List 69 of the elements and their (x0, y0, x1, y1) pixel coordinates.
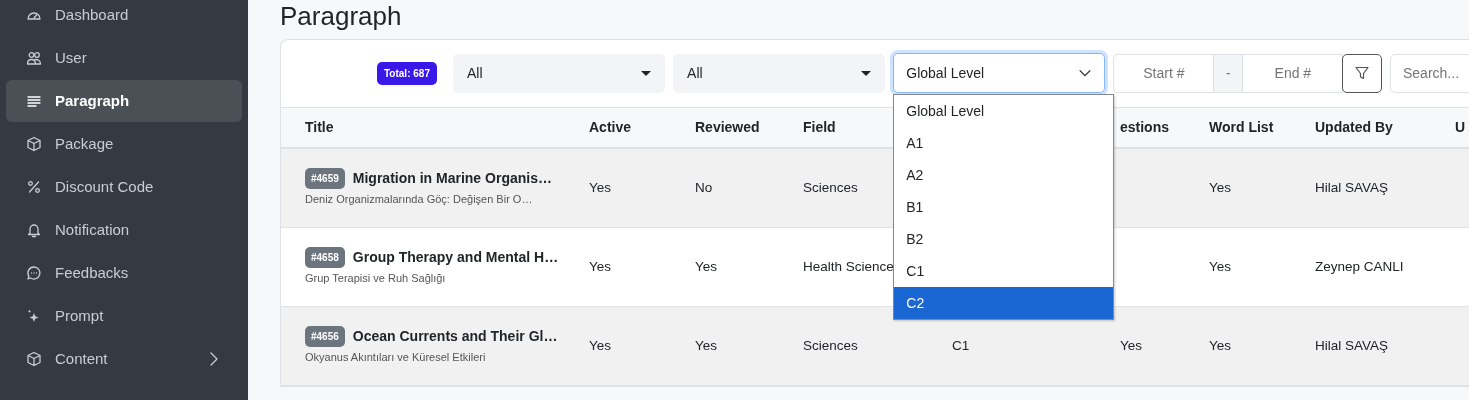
table-cell-text: No (695, 178, 713, 197)
lines-icon (26, 93, 42, 109)
table-cell-text: Hilal SAVAŞ (1315, 336, 1389, 355)
filter-button[interactable] (1342, 53, 1382, 93)
table-cell-text: Yes (589, 257, 612, 276)
id-badge: #4659 (305, 168, 345, 190)
sidebar-item[interactable]: User (6, 37, 242, 79)
dropdown-option[interactable]: C1 (894, 255, 1114, 288)
sidebar-item[interactable]: Dashboard (6, 0, 242, 36)
table-cell-text: Yes (1120, 336, 1143, 355)
table-cell-text: Zeynep CANLI (1315, 257, 1404, 276)
table-cell-text: Sciences (803, 336, 858, 355)
column-header: U (1455, 117, 1466, 137)
column-header: Field (803, 117, 836, 137)
column-header: Active (589, 117, 632, 137)
column-header: Word List (1209, 117, 1274, 137)
bell-icon (26, 222, 42, 238)
table-cell-text: Yes (695, 257, 718, 276)
dropdown-option[interactable]: C2 (894, 287, 1114, 320)
chat-bubble-icon (26, 265, 42, 281)
sidebar-item[interactable]: Content (6, 338, 242, 380)
table-cell-text: Yes (589, 336, 612, 355)
column-header: Reviewed (695, 117, 760, 137)
caret-icon (641, 70, 652, 76)
sidebar-item[interactable]: Discount Code (6, 166, 242, 208)
search-field[interactable]: Search... (1390, 53, 1469, 93)
table-cell-text: Sciences (803, 178, 858, 197)
sidebar-item[interactable]: Prompt (6, 295, 242, 337)
column-header: estions (1120, 117, 1169, 137)
paragraph-subtitle: Deniz Organizmalarında Göç: Değişen Bir O… (305, 192, 534, 208)
dropdown-option[interactable]: A1 (894, 127, 1114, 160)
id-badge: #4656 (305, 326, 345, 348)
range-separator: - (1213, 53, 1244, 93)
table-cell-text: Yes (695, 336, 718, 355)
table-cell-text: Yes (1209, 257, 1232, 276)
column-header: Updated By (1315, 117, 1393, 137)
sidebar-item[interactable]: Feedbacks (6, 252, 242, 294)
box-icon (26, 136, 42, 152)
id-badge: #4658 (305, 247, 345, 269)
total-count-badge: Total: 687 (377, 61, 437, 85)
filter-icon (1354, 65, 1371, 82)
page-title: Paragraph (280, 1, 402, 31)
sidebar-item[interactable]: Package (6, 123, 242, 165)
table-cell-text: Yes (1209, 336, 1232, 355)
paragraph-title: Migration in Marine Organis… (352, 169, 552, 189)
end-number-field[interactable]: End # (1243, 53, 1344, 93)
dropdown-option[interactable]: Global Level (894, 95, 1114, 128)
table-cell-text: Hilal SAVAŞ (1315, 178, 1389, 197)
paragraph-subtitle: Grup Terapisi ve Ruh Sağlığı (305, 271, 447, 287)
paragraph-title: Ocean Currents and Their Gl… (352, 327, 558, 347)
table-cell-text: Yes (589, 178, 612, 197)
sidebar-item[interactable]: Paragraph (6, 80, 242, 122)
paragraph-title: Group Therapy and Mental H… (352, 248, 559, 268)
sidebar-item[interactable]: Notification (6, 209, 242, 251)
users-icon (26, 50, 42, 66)
paragraph-subtitle: Okyanus Akıntıları ve Küresel Etkileri (305, 350, 487, 366)
box-icon (26, 351, 42, 367)
start-number-field[interactable]: Start # (1113, 53, 1214, 93)
table-cell-text: C1 (952, 336, 970, 355)
table-cell-text: Health Science (803, 257, 894, 276)
column-header: Title (305, 117, 334, 137)
filter-select[interactable]: All (452, 53, 666, 93)
dropdown-option[interactable]: B2 (894, 223, 1114, 256)
caret-icon (861, 70, 872, 76)
dropdown-option[interactable]: A2 (894, 159, 1114, 192)
dropdown-option[interactable]: B1 (894, 191, 1114, 224)
filter-select[interactable]: All (673, 53, 886, 93)
percent-icon (26, 179, 42, 195)
table-cell-text: Yes (1209, 178, 1232, 197)
